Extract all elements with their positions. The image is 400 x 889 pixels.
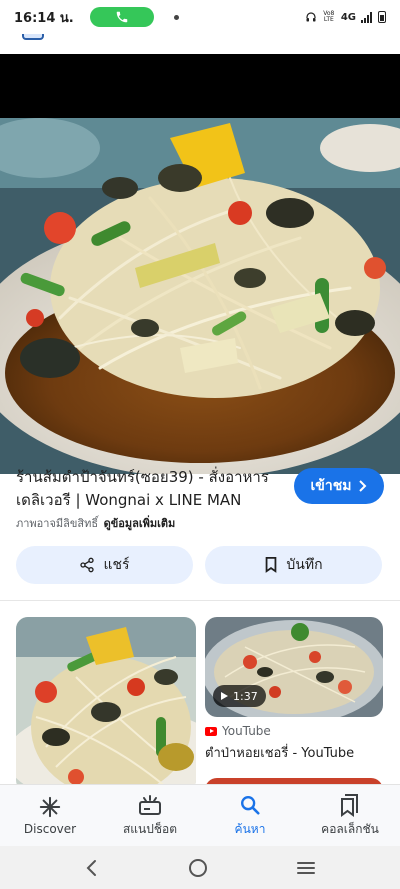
nav-collections-label: คอลเล็กชัน [321,821,379,836]
network-type: 4G [340,11,356,23]
save-button[interactable]: บันทึก [205,546,382,584]
nav-snapshot-label: สแนปช็อต [122,821,178,836]
battery-icon [378,11,386,23]
ongoing-call-pill[interactable] [89,7,154,27]
papaya-salad-photo [0,118,400,474]
system-navigation-bar [0,846,400,889]
bookmark-icon [266,557,277,573]
snapshot-icon [137,793,163,817]
video-duration-badge: 1:37 [213,685,266,707]
search-icon [237,793,263,817]
related-image-card[interactable] [16,617,196,792]
headphones-icon [306,12,316,22]
nav-search[interactable]: ค้นหา [200,785,300,846]
site-logo-icon [22,34,44,40]
bottom-navigation: Discover สแนปช็อต ค้นหา คอลเล็กชัน [0,784,400,846]
copyright-text: ภาพอาจมีลิขสิทธิ์ [16,517,99,530]
video-duration: 1:37 [233,689,258,703]
signal-icon [361,11,372,23]
page-header-cropped [0,34,400,54]
chevron-right-icon [359,480,367,492]
play-icon [221,692,228,700]
video-title[interactable]: ตำป่าหอยเชอรี่ - YouTube [205,742,354,763]
share-label: แชร์ [103,557,130,573]
copyright-notice: ภาพอาจมีลิขสิทธิ์ ดูข้อมูลเพิ่มเติม [16,514,175,532]
result-title[interactable]: ร้านส้มตำป้าจันทร์(ซอย39) - สั่งอาหารเดล… [16,466,286,512]
youtube-logo-icon [205,726,217,736]
more-info-link[interactable]: ดูข้อมูลเพิ่มเติม [104,517,176,530]
volte-indicator: Vo8 LTE [323,10,335,23]
image-viewer[interactable] [0,54,400,474]
asterisk-icon [37,795,63,819]
status-time: 16:14 น. [14,10,74,26]
back-icon[interactable] [84,859,100,877]
status-bar: 16:14 น. Vo8 LTE 4G [0,0,400,34]
related-image-thumbnail [16,617,196,792]
related-video-card[interactable]: 1:37 [205,617,383,717]
nav-discover-label: Discover [23,822,77,836]
phone-icon [116,11,127,23]
video-source-name: YouTube [222,724,271,738]
nav-search-label: ค้นหา [234,821,266,836]
home-icon[interactable] [188,858,208,878]
collections-icon [337,793,363,817]
visit-button[interactable]: เข้าชม [294,468,384,504]
share-icon [80,557,95,573]
nav-snapshot[interactable]: สแนปช็อต [100,785,200,846]
status-icons: Vo8 LTE 4G [305,11,386,23]
nav-discover[interactable]: Discover [0,785,100,846]
visit-button-label: เข้าชม [310,478,352,494]
nav-collections[interactable]: คอลเล็กชัน [300,785,400,846]
save-label: บันทึก [286,557,323,573]
recent-apps-icon[interactable] [296,860,316,876]
video-source: YouTube [205,724,271,738]
share-button[interactable]: แชร์ [16,546,193,584]
notification-dot [173,14,179,20]
section-divider [0,600,400,601]
